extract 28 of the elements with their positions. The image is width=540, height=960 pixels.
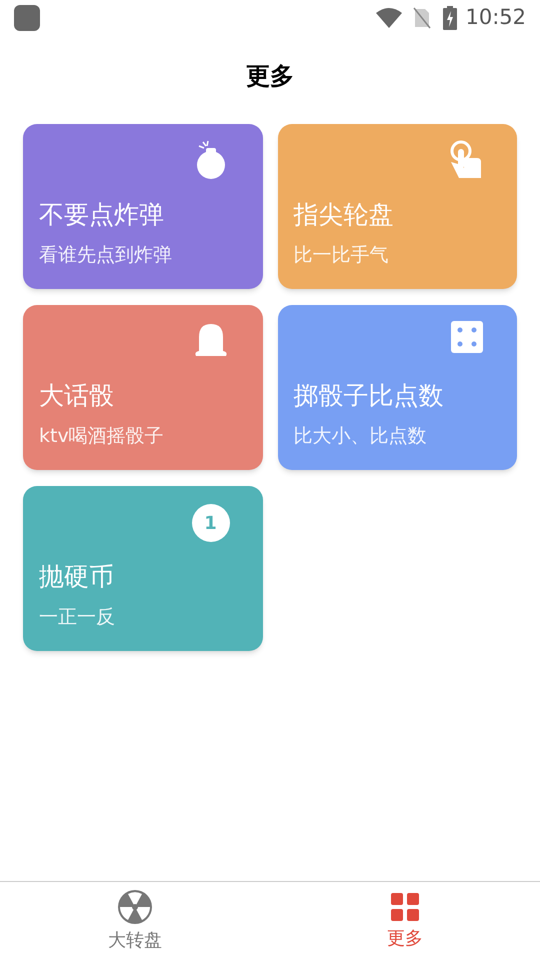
game-card[interactable]: 掷骰子比点数 比大小、比点数: [278, 305, 517, 470]
coin-icon: 1: [192, 504, 230, 542]
card-title: 大话骰: [39, 380, 115, 412]
card-title: 抛硬币: [39, 561, 115, 593]
game-card[interactable]: 大话骰 ktv喝酒摇骰子: [23, 305, 262, 470]
wheel-icon: [117, 888, 153, 924]
card-subtitle: 比大小、比点数: [294, 424, 428, 448]
wifi-icon: [375, 7, 404, 29]
app-notification-icon: [14, 5, 40, 31]
no-sim-icon: [413, 7, 432, 29]
clock-time: 10:52: [465, 4, 526, 32]
grid-icon: [389, 890, 421, 922]
card-subtitle: ktv喝酒摇骰子: [39, 424, 165, 448]
dice-icon: [451, 321, 483, 353]
page-title: 更多: [246, 61, 294, 92]
card-title: 不要点炸弹: [39, 199, 165, 231]
card-subtitle: 比一比手气: [294, 243, 390, 267]
dice-cup-icon: [192, 321, 228, 357]
nav-tab[interactable]: 更多: [270, 882, 540, 960]
game-card[interactable]: 不要点炸弹 看谁先点到炸弹: [23, 124, 262, 289]
card-subtitle: 看谁先点到炸弹: [39, 243, 173, 267]
game-card[interactable]: 指尖轮盘 比一比手气: [278, 124, 517, 289]
card-subtitle: 一正一反: [39, 605, 116, 629]
battery-charging-icon: [443, 6, 458, 30]
card-title: 掷骰子比点数: [294, 380, 444, 412]
game-card[interactable]: 1 抛硬币 一正一反: [23, 486, 262, 651]
card-title: 指尖轮盘: [294, 199, 394, 231]
nav-tab[interactable]: 大转盘: [0, 882, 270, 960]
